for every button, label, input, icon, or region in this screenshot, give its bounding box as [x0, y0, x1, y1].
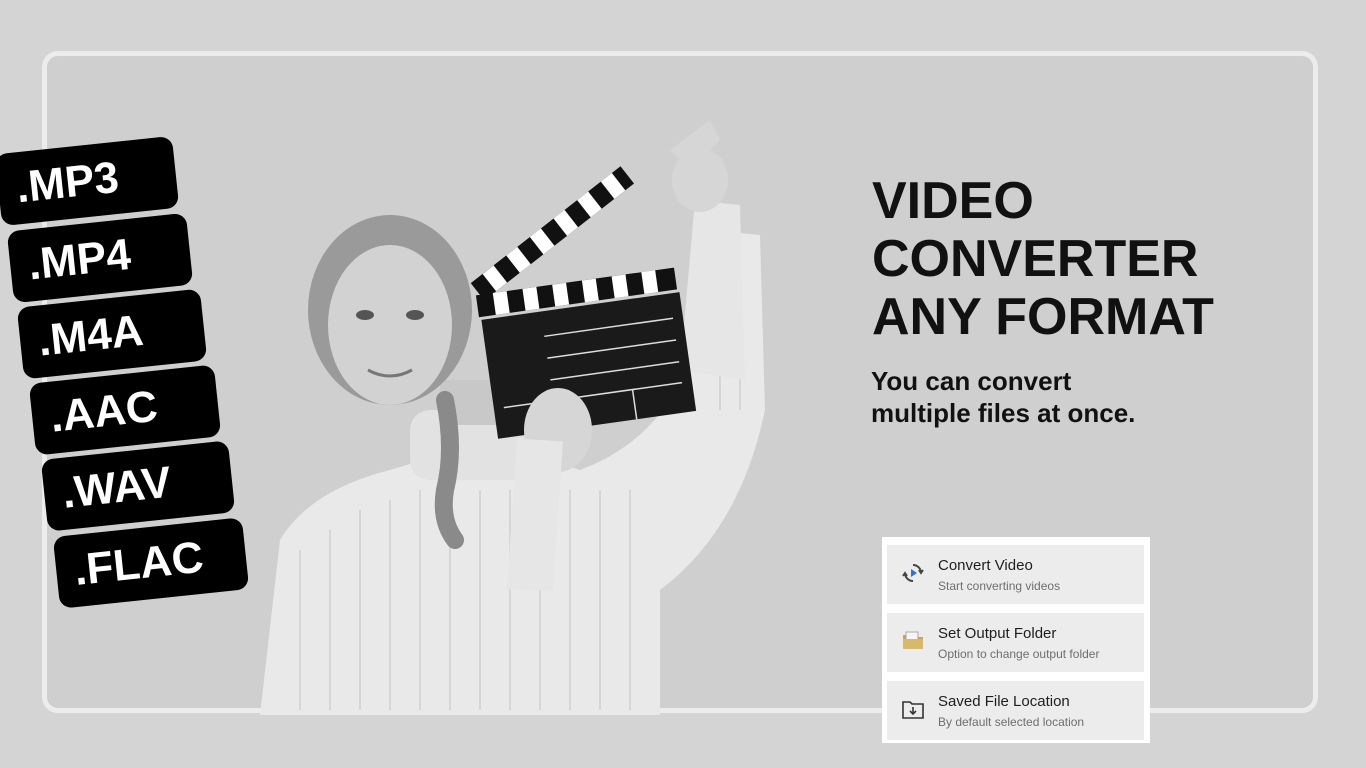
headline-line: ANY FORMAT	[872, 288, 1214, 346]
subheadline-line: multiple files at once.	[871, 398, 1136, 428]
menu-item-title: Set Output Folder	[938, 625, 1057, 642]
headline-line: VIDEO	[872, 172, 1034, 230]
menu-item-subtitle: Option to change output folder	[938, 647, 1100, 661]
download-folder-icon	[902, 701, 924, 719]
menu-item-subtitle: By default selected location	[938, 715, 1085, 729]
menu-item-title: Convert Video	[938, 557, 1033, 574]
promo-photo	[260, 120, 765, 715]
menu-item-saved-file-location[interactable]: Saved File Location By default selected …	[887, 681, 1144, 740]
headline-line: CONVERTER	[872, 230, 1199, 288]
menu-item-subtitle: Start converting videos	[938, 579, 1061, 593]
subheadline-line: You can convert	[871, 366, 1072, 396]
convert-icon	[902, 564, 924, 582]
feature-menu: Convert Video Start converting videos Se…	[882, 537, 1150, 743]
menu-item-set-output-folder[interactable]: Set Output Folder Option to change outpu…	[887, 613, 1144, 672]
subheadline: You can convert multiple files at once.	[871, 365, 1135, 429]
menu-item-title: Saved File Location	[938, 693, 1070, 710]
menu-item-convert-video[interactable]: Convert Video Start converting videos	[887, 545, 1144, 604]
headline: VIDEO CONVERTER ANY FORMAT	[872, 172, 1214, 346]
folder-icon	[903, 631, 923, 649]
